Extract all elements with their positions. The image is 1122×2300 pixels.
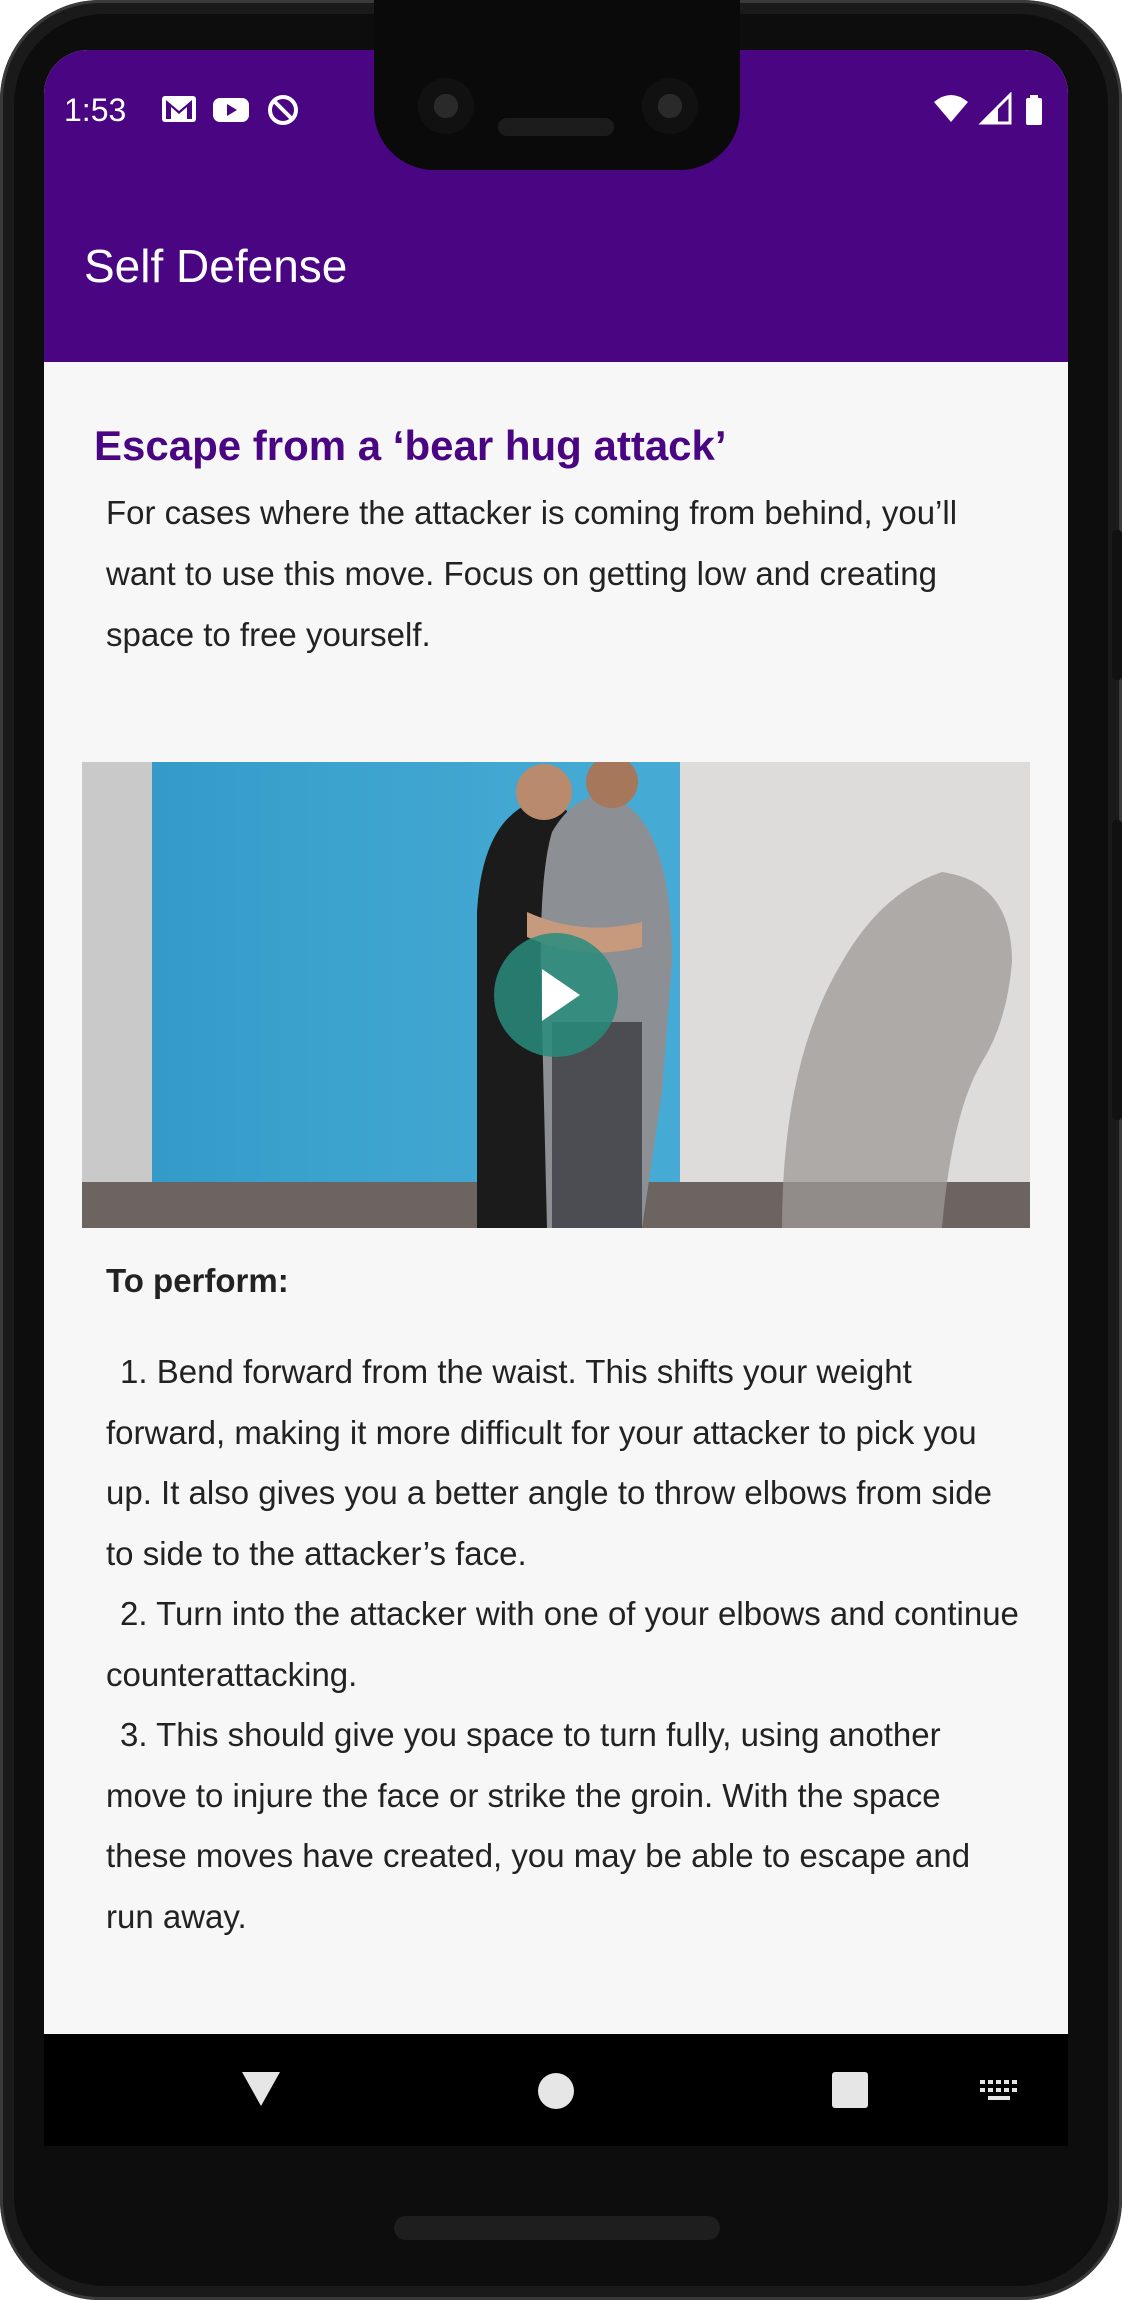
bottom-speaker [394, 2216, 720, 2240]
video-player[interactable] [82, 762, 1030, 1228]
navigation-bar [44, 2034, 1068, 2146]
app-title: Self Defense [84, 240, 348, 292]
data-saver-icon [268, 95, 298, 125]
gmail-icon [162, 96, 196, 122]
youtube-icon [213, 98, 249, 122]
app-bar: Self Defense [44, 166, 1068, 362]
volume-button [1112, 820, 1122, 1120]
power-button [1112, 530, 1122, 680]
list-item: 3. This should give you space to turn fu… [106, 1716, 971, 1935]
screen: 1:53 Self Defense Escape from a ‘bear hu… [44, 50, 1068, 2146]
camera-notch [374, 0, 740, 170]
list-item: 2. Turn into the attacker with one of yo… [106, 1595, 1019, 1693]
play-icon [542, 969, 580, 1021]
status-time: 1:53 [64, 92, 127, 128]
list-item: 1. Bend forward from the waist. This shi… [106, 1353, 992, 1572]
article-intro: For cases where the attacker is coming f… [106, 494, 958, 653]
keyboard-icon[interactable] [978, 2064, 1022, 2112]
back-icon[interactable] [238, 2064, 284, 2112]
phone-frame: 1:53 Self Defense Escape from a ‘bear hu… [0, 0, 1122, 2300]
earpiece-speaker [498, 118, 614, 136]
recents-icon[interactable] [830, 2064, 870, 2112]
play-button[interactable] [494, 933, 618, 1057]
article-heading: Escape from a ‘bear hug attack’ [94, 422, 727, 469]
cellular-signal-icon [978, 92, 1012, 125]
perform-label: To perform: [106, 1262, 289, 1299]
battery-icon [1026, 95, 1042, 125]
front-camera [642, 78, 698, 134]
wifi-icon [934, 95, 968, 122]
front-camera [418, 78, 474, 134]
home-icon[interactable] [536, 2064, 576, 2112]
steps-list: 1. Bend forward from the waist. This shi… [106, 1342, 1026, 1947]
